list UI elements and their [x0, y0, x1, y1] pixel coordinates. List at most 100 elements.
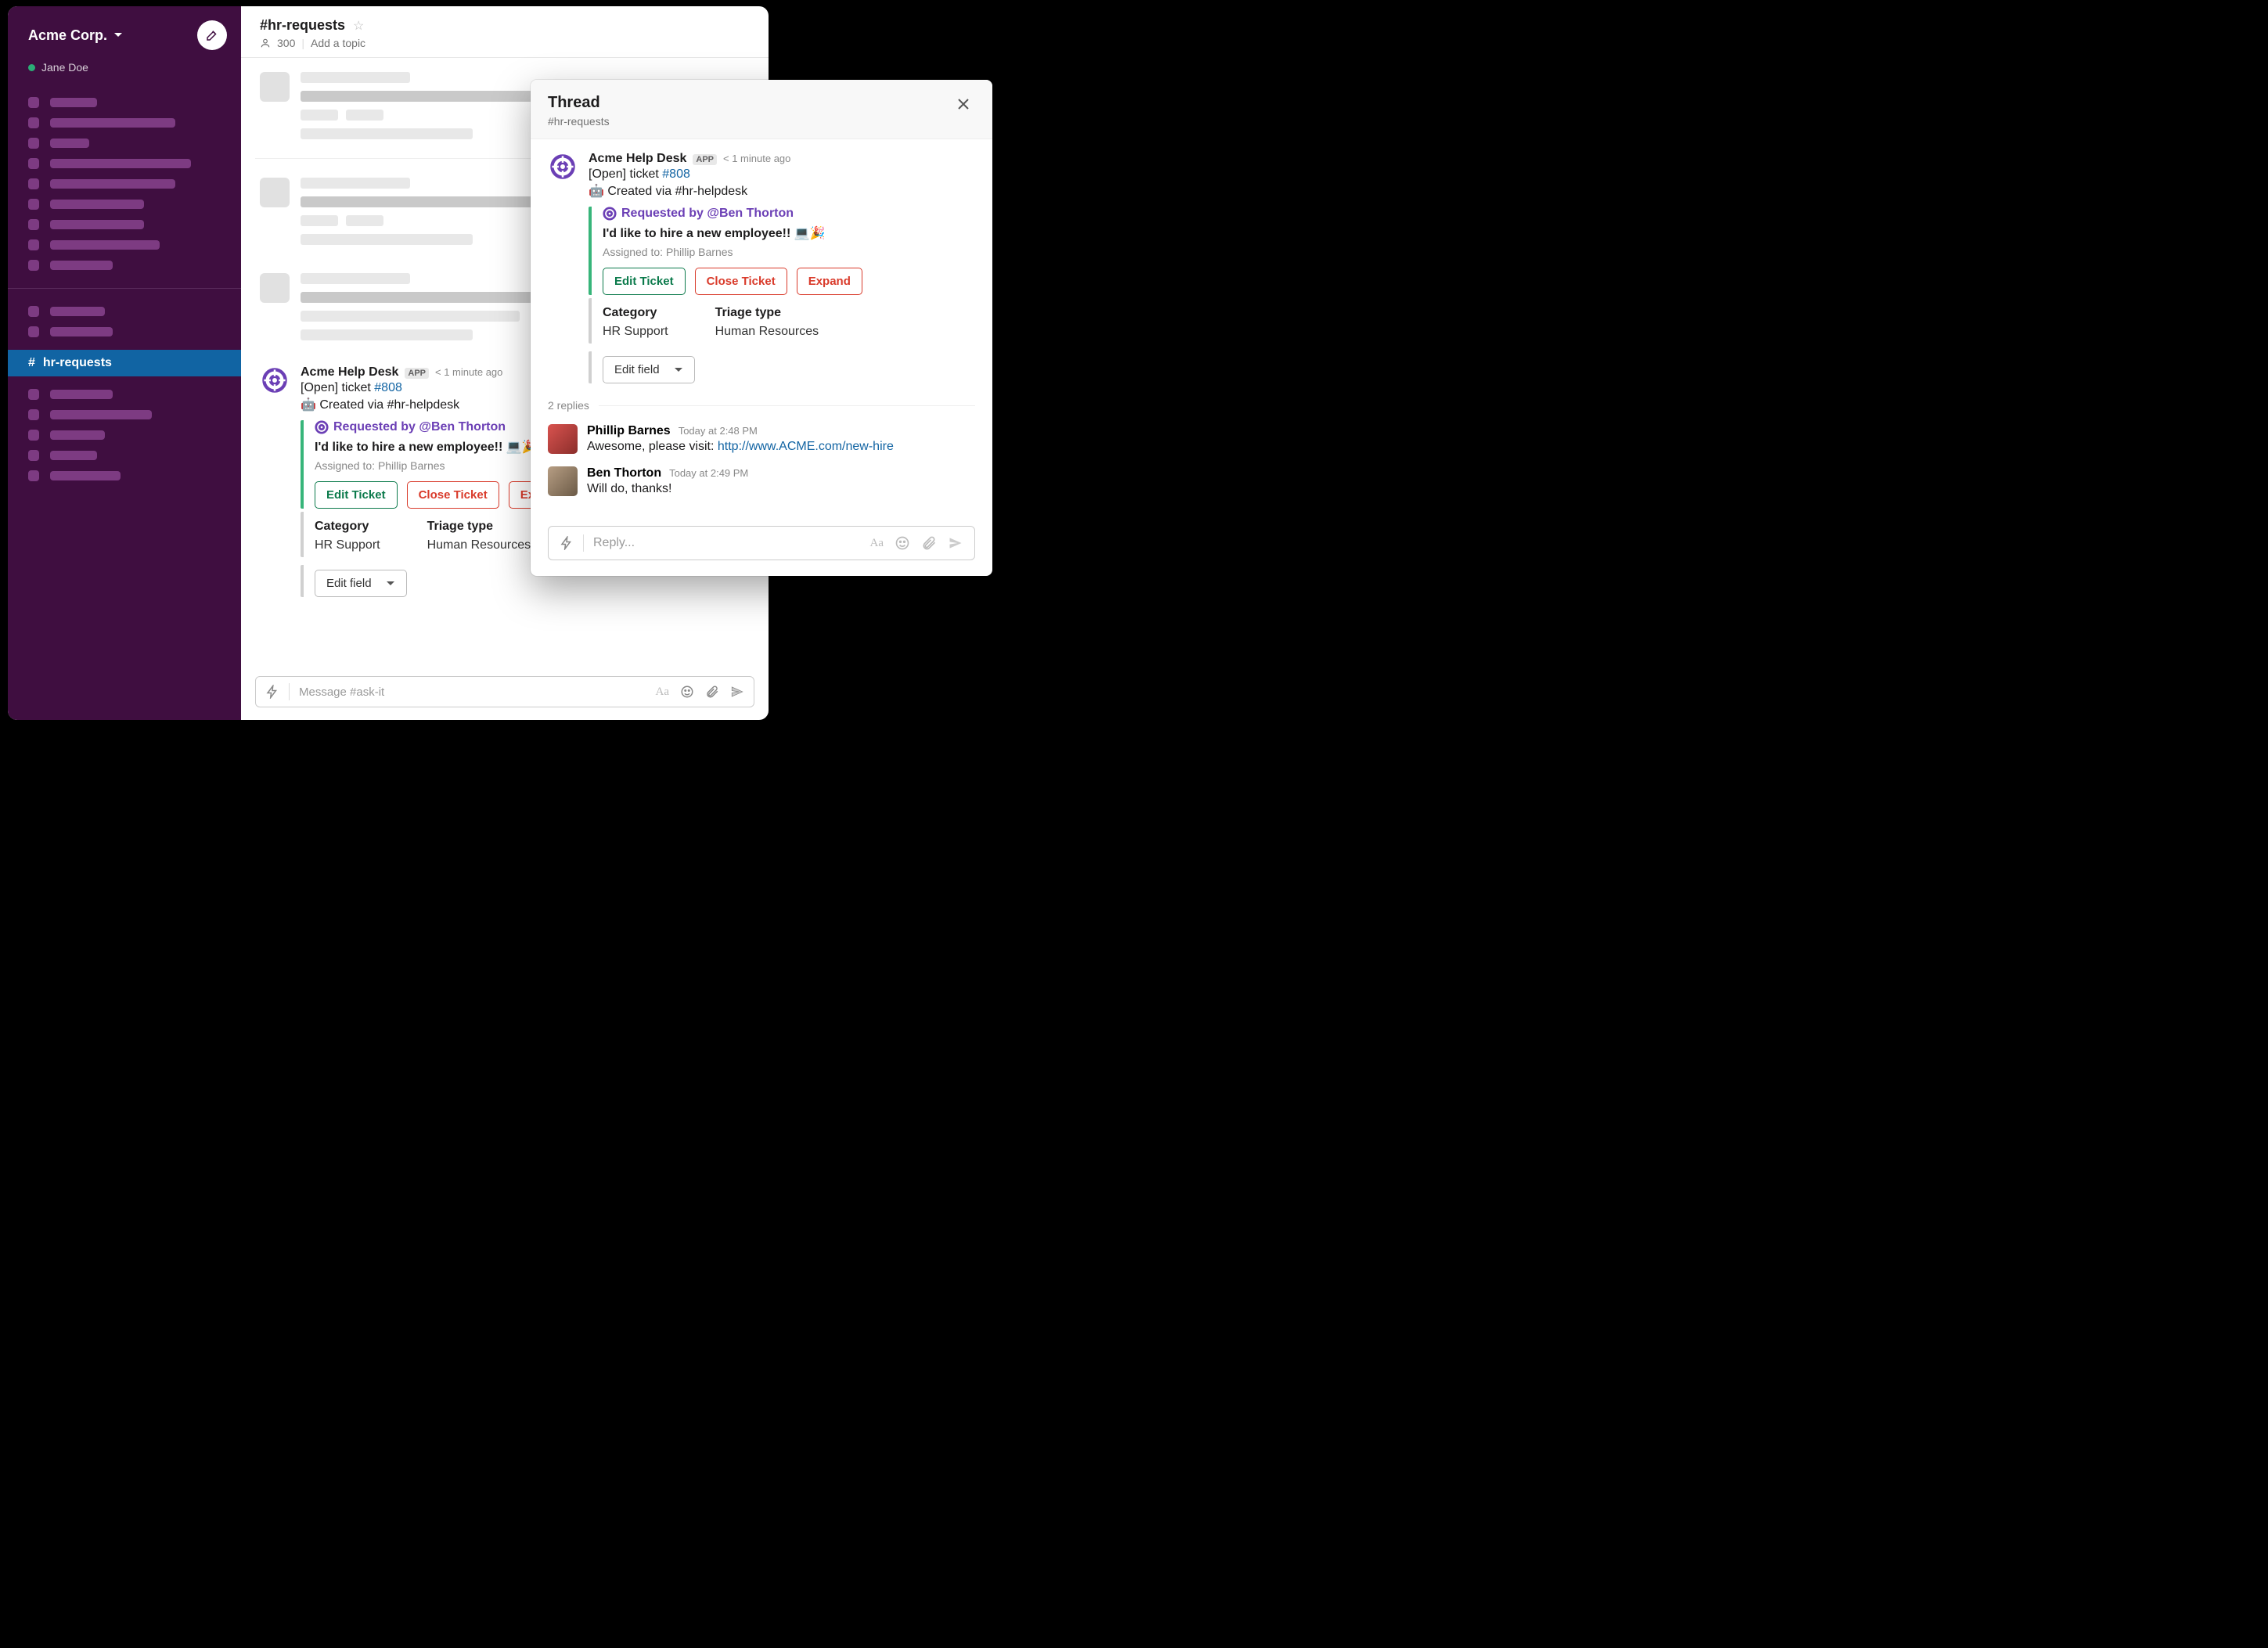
current-user[interactable]: Jane Doe [8, 61, 241, 85]
star-icon[interactable]: ☆ [353, 18, 364, 34]
thread-title: Thread [548, 94, 610, 112]
sidebar-skeleton-item [8, 174, 241, 194]
sidebar-skeleton-item [8, 214, 241, 235]
compose-button[interactable] [197, 20, 227, 50]
channel-header: #hr-requests ☆ 300 | Add a topic [241, 6, 769, 58]
skeleton-icon [28, 450, 39, 461]
attachment-icon[interactable] [705, 685, 719, 699]
thread-reply-input[interactable] [593, 536, 861, 550]
robot-emoji: 🤖 [589, 185, 607, 198]
ticket-number-link[interactable]: #808 [374, 381, 402, 394]
composer-input[interactable] [299, 685, 646, 699]
sidebar-section-2 [8, 293, 241, 350]
thread-reply: Phillip Barnes Today at 2:48 PM Awesome,… [548, 418, 975, 460]
skeleton-bar [50, 430, 105, 440]
category-label: Category [315, 520, 380, 534]
reply-text: Will do, thanks! [587, 482, 975, 496]
reply-timestamp: Today at 2:48 PM [679, 425, 758, 437]
edit-field-button[interactable]: Edit field [315, 570, 407, 597]
placeholder-line [301, 128, 473, 139]
requested-by-line: Requested by @Ben Thorton [603, 207, 975, 221]
lightning-icon[interactable] [560, 536, 574, 550]
triage-value: Human Resources [427, 538, 531, 552]
lightning-icon[interactable] [265, 685, 279, 699]
message-composer[interactable]: Aa [255, 676, 754, 707]
placeholder-line [301, 72, 410, 83]
skeleton-bar [50, 390, 113, 399]
reply-avatar[interactable] [548, 424, 578, 454]
skeleton-bar [50, 261, 113, 270]
edit-field-button[interactable]: Edit field [603, 356, 695, 383]
sidebar-skeleton-item [8, 255, 241, 275]
created-via-text: Created via #hr-helpdesk [607, 185, 747, 198]
channel-name[interactable]: #hr-requests [260, 17, 345, 34]
sidebar-skeleton-item [8, 322, 241, 342]
sidebar-channel-active[interactable]: # hr-requests [8, 350, 241, 376]
thread-composer[interactable]: Aa [548, 526, 975, 560]
replies-count: 2 replies [548, 399, 589, 412]
placeholder-line [301, 178, 410, 189]
emoji-icon[interactable] [895, 535, 910, 551]
field-category: Category HR Support [603, 306, 668, 339]
edit-field-label: Edit field [326, 577, 372, 590]
category-value: HR Support [603, 325, 668, 339]
reply-link[interactable]: http://www.ACME.com/new-hire [718, 440, 894, 453]
ticket-block: Requested by @Ben Thorton I'd like to hi… [589, 207, 975, 295]
workspace-switcher[interactable]: Acme Corp. [28, 27, 123, 44]
placeholder-line [301, 273, 410, 284]
sidebar-skeleton-item [8, 153, 241, 174]
edit-field-block: Edit field [589, 351, 975, 383]
message-author[interactable]: Acme Help Desk [301, 365, 398, 380]
placeholder-avatar [260, 72, 290, 102]
message-timestamp: < 1 minute ago [435, 366, 502, 378]
ticket-number-link[interactable]: #808 [662, 167, 690, 181]
thread-body: Acme Help Desk APP < 1 minute ago [Open]… [531, 139, 992, 516]
ticket-created-via: 🤖 Created via #hr-helpdesk [589, 183, 975, 199]
presence-indicator [28, 64, 35, 71]
format-icon[interactable]: Aa [870, 537, 884, 550]
send-icon[interactable] [948, 535, 963, 551]
category-value: HR Support [315, 538, 380, 552]
ticket-status-text: [Open] ticket [301, 381, 374, 394]
skeleton-icon [28, 219, 39, 230]
emoji-icon[interactable] [680, 685, 694, 699]
send-icon[interactable] [730, 685, 744, 699]
reply-avatar[interactable] [548, 466, 578, 496]
close-ticket-button[interactable]: Close Ticket [695, 268, 787, 295]
reply-author[interactable]: Phillip Barnes [587, 424, 671, 438]
compose-icon [205, 28, 219, 42]
format-icon[interactable]: Aa [656, 685, 670, 699]
member-count[interactable]: 300 [277, 37, 295, 49]
attachment-icon[interactable] [921, 535, 937, 551]
close-ticket-button[interactable]: Close Ticket [407, 481, 499, 509]
skeleton-icon [28, 430, 39, 441]
message-author[interactable]: Acme Help Desk [589, 152, 686, 166]
placeholder-line [301, 329, 473, 340]
skeleton-icon [28, 306, 39, 317]
skeleton-bar [50, 220, 144, 229]
hash-icon: # [28, 356, 35, 370]
requested-by-text: Requested by @Ben Thorton [621, 207, 794, 221]
thread-panel: Thread #hr-requests Acme Help Desk APP <… [531, 80, 992, 576]
skeleton-bar [50, 451, 97, 460]
skeleton-icon [28, 199, 39, 210]
close-thread-button[interactable] [952, 94, 975, 117]
sidebar-skeleton-item [8, 235, 241, 255]
edit-ticket-button[interactable]: Edit Ticket [603, 268, 686, 295]
reply-author[interactable]: Ben Thorton [587, 466, 661, 480]
sidebar-skeleton-item [8, 113, 241, 133]
skeleton-icon [28, 389, 39, 400]
composer-separator [583, 534, 584, 552]
created-via-text: Created via #hr-helpdesk [319, 398, 459, 412]
chevron-down-icon [674, 365, 683, 375]
add-topic[interactable]: Add a topic [311, 37, 365, 49]
sidebar-skeleton-item [8, 301, 241, 322]
expand-button[interactable]: Expand [797, 268, 862, 295]
assigned-to: Assigned to: Phillip Barnes [603, 246, 975, 258]
edit-field-label: Edit field [614, 363, 660, 376]
sidebar-skeleton-item [8, 194, 241, 214]
message-timestamp: < 1 minute ago [723, 153, 790, 164]
reply-text-prefix: Awesome, please visit: [587, 440, 718, 453]
edit-ticket-button[interactable]: Edit Ticket [315, 481, 398, 509]
skeleton-bar [50, 159, 191, 168]
